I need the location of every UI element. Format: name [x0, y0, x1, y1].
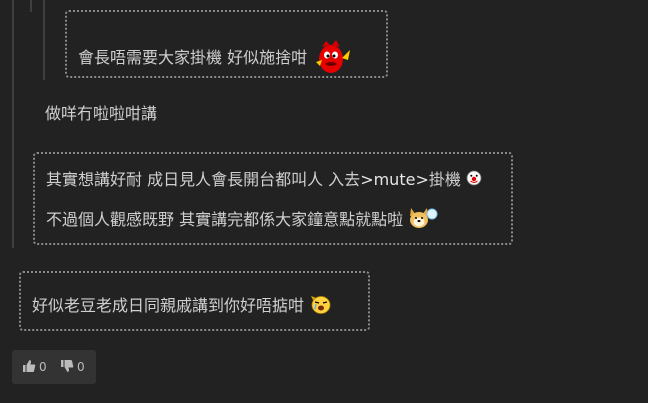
- quote-inner-text: 會長唔需要大家掛機 好似施捨咁: [78, 48, 308, 67]
- crying-yellow-face-emoji: [309, 293, 333, 320]
- quote-top-text: 好似老豆老成日同親戚講到你好唔掂咁: [32, 296, 305, 315]
- dog-blowing-bubble-emoji: [408, 206, 438, 235]
- quote-outer-line-1-text: 其實想講好耐 成日見人會長開台都叫人 入去: [46, 170, 361, 189]
- thread-line-level-3: [30, 0, 32, 12]
- quote-inner-line: 會長唔需要大家掛機 好似施捨咁: [78, 38, 354, 79]
- mute-command: >mute>: [360, 170, 429, 189]
- vote-bar: 0 0: [12, 350, 96, 384]
- thumbs-up-icon: [22, 359, 36, 376]
- quote-box-top: 好似老豆老成日同親戚講到你好唔掂咁: [19, 271, 370, 331]
- thread-line-level-2: [43, 0, 45, 80]
- angry-red-devil-emoji: [312, 38, 354, 79]
- upvote-button[interactable]: 0: [22, 350, 47, 384]
- downvote-button[interactable]: 0: [60, 350, 85, 384]
- thumbs-down-icon: [60, 359, 74, 376]
- quote-box-inner: 會長唔需要大家掛機 好似施捨咁: [65, 10, 388, 78]
- downvote-count: 0: [77, 360, 85, 374]
- thread-line-level-1: [12, 0, 14, 248]
- quote-outer-line-1: 其實想講好耐 成日見人會長開台都叫人 入去>mute>掛機: [46, 170, 482, 191]
- quote-outer-line-2: 不過個人觀感既野 其實講完都係大家鐘意點就點啦: [46, 206, 438, 235]
- quote-box-outer: 其實想講好耐 成日見人會長開台都叫人 入去>mute>掛機 不過個人觀感既野 其…: [33, 152, 513, 245]
- clown-face-emoji: [466, 170, 482, 191]
- quote-top-line: 好似老豆老成日同親戚講到你好唔掂咁: [32, 293, 333, 320]
- quote-outer-line-1-tail: 掛機: [428, 170, 461, 189]
- upvote-count: 0: [39, 360, 47, 374]
- quote-outer-line-2-text: 不過個人觀感既野 其實講完都係大家鐘意點就點啦: [46, 210, 404, 229]
- reply-mid-text: 做咩冇啦啦咁講: [45, 104, 158, 123]
